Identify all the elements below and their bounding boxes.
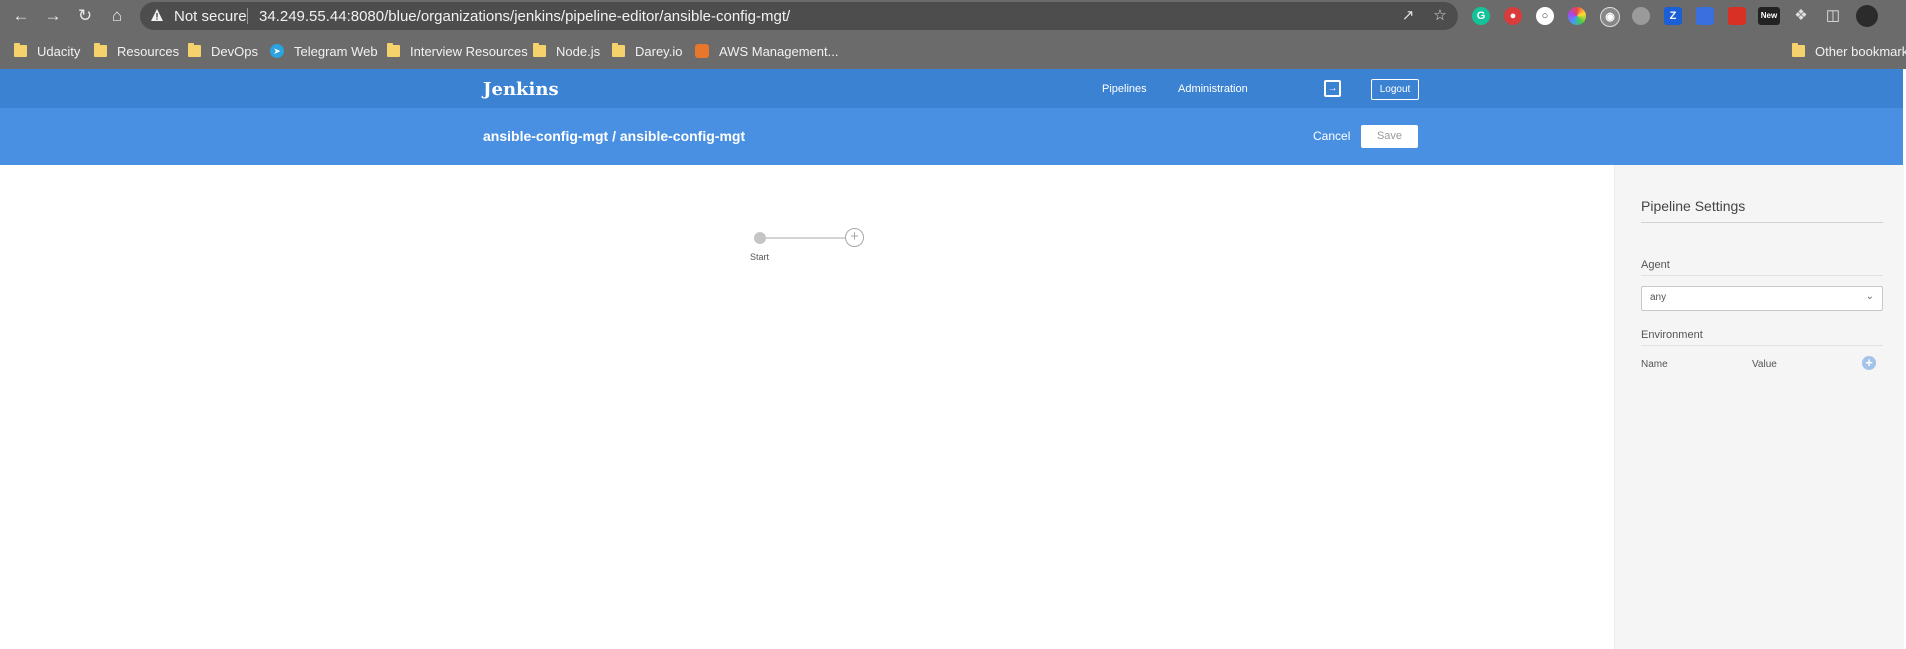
url-text[interactable]: 34.249.55.44:8080/blue/organizations/jen… [259, 8, 790, 25]
jenkins-top-bar: Jenkins Pipelines Administration → Logou… [0, 69, 1903, 108]
bookmark-star-icon[interactable]: ☆ [1431, 7, 1449, 25]
bookmark-label: Udacity [37, 43, 81, 59]
bookmark-label: Node.js [556, 43, 601, 59]
target-extension-icon[interactable]: ◉ [1600, 7, 1620, 27]
profile-avatar[interactable] [1856, 5, 1878, 27]
new-extension-icon[interactable]: New [1758, 7, 1780, 25]
environment-divider [1641, 345, 1883, 346]
agent-select[interactable]: any ⌄ [1641, 286, 1883, 311]
nav-pipelines[interactable]: Pipelines [1102, 83, 1147, 95]
folder-icon [1792, 43, 1805, 57]
editor-title-bar: ansible-config-mgt / ansible-config-mgt … [0, 108, 1903, 165]
color-picker-icon[interactable] [1568, 7, 1586, 25]
folder-icon [14, 43, 27, 57]
bookmark-label: Resources [117, 43, 180, 59]
pipeline-connector [766, 237, 846, 239]
add-environment-icon[interactable]: + [1862, 356, 1876, 370]
env-column-name: Name [1641, 359, 1668, 370]
bookmark-label: Darey.io [635, 43, 683, 59]
folder-icon [612, 43, 625, 57]
agent-divider [1641, 275, 1883, 276]
extensions-puzzle-icon[interactable]: ❖ [1792, 7, 1810, 25]
bookmark-udacity[interactable]: Udacity [14, 42, 80, 60]
warning-icon[interactable] [150, 8, 164, 22]
cancel-button[interactable]: Cancel [1313, 129, 1350, 143]
grammarly-icon[interactable]: G [1472, 7, 1490, 25]
folder-icon [94, 43, 107, 57]
bookmark-label: DevOps [211, 43, 258, 59]
nav-administration[interactable]: Administration [1178, 83, 1248, 95]
bookmark-resources[interactable]: Resources [94, 42, 179, 60]
extension-blue-icon[interactable] [1696, 7, 1714, 25]
zoom-icon[interactable]: Z [1664, 7, 1682, 25]
agent-label: Agent [1641, 259, 1670, 271]
settings-title: Pipeline Settings [1641, 198, 1746, 214]
start-node[interactable] [754, 232, 766, 244]
bookmark-nodejs[interactable]: Node.js [533, 42, 600, 60]
extension-red-square-icon[interactable] [1728, 7, 1746, 25]
extension-red-icon[interactable]: ● [1504, 7, 1522, 25]
other-bookmarks-label: Other bookmarks [1815, 43, 1906, 59]
browser-toolbar: ← → ↻ ⌂ Not secure 34.249.55.44:8080/blu… [0, 0, 1906, 32]
forward-icon[interactable]: → [43, 6, 63, 26]
bookmark-darey[interactable]: Darey.io [612, 42, 682, 60]
exit-classic-icon[interactable]: → [1324, 80, 1341, 97]
aws-icon [695, 44, 709, 58]
bookmarks-bar: Udacity Resources DevOps ➤ Telegram Web I… [0, 32, 1906, 69]
save-button[interactable]: Save [1361, 125, 1418, 148]
add-stage-icon[interactable]: + [845, 228, 864, 247]
side-panel-icon[interactable]: ◫ [1824, 7, 1842, 25]
home-icon[interactable]: ⌂ [107, 6, 127, 26]
telegram-icon: ➤ [270, 44, 284, 58]
bookmark-telegram[interactable]: ➤ Telegram Web [270, 42, 378, 60]
folder-icon [188, 43, 201, 57]
bookmark-interview-resources[interactable]: Interview Resources [387, 42, 528, 60]
bookmark-label: AWS Management... [719, 43, 839, 59]
back-icon[interactable]: ← [11, 6, 31, 26]
logout-button[interactable]: Logout [1371, 79, 1419, 100]
agent-value: any [1650, 292, 1667, 303]
bookmark-aws[interactable]: AWS Management... [695, 42, 838, 60]
jenkins-logo[interactable]: Jenkins [483, 79, 559, 100]
share-icon[interactable]: ↗ [1399, 7, 1417, 25]
address-divider [247, 8, 248, 24]
env-column-value: Value [1752, 359, 1777, 370]
folder-icon [533, 43, 546, 57]
settings-title-divider [1641, 222, 1883, 223]
other-bookmarks[interactable]: Other bookmarks [1792, 42, 1906, 60]
start-label: Start [750, 252, 770, 262]
environment-label: Environment [1641, 329, 1703, 341]
security-label[interactable]: Not secure [174, 8, 247, 25]
page-title: ansible-config-mgt / ansible-config-mgt [483, 128, 746, 144]
reload-icon[interactable]: ↻ [75, 6, 95, 26]
bookmark-devops[interactable]: DevOps [188, 42, 258, 60]
chevron-down-icon: ⌄ [1865, 291, 1874, 302]
bookmark-label: Interview Resources [410, 43, 528, 59]
bookmark-label: Telegram Web [294, 43, 378, 59]
folder-icon [387, 43, 400, 57]
extension-circle-icon[interactable]: ○ [1536, 7, 1554, 25]
pipeline-settings-panel: Pipeline Settings Agent any ⌄ Environmen… [1614, 165, 1904, 649]
extension-gray-icon[interactable] [1632, 7, 1650, 25]
